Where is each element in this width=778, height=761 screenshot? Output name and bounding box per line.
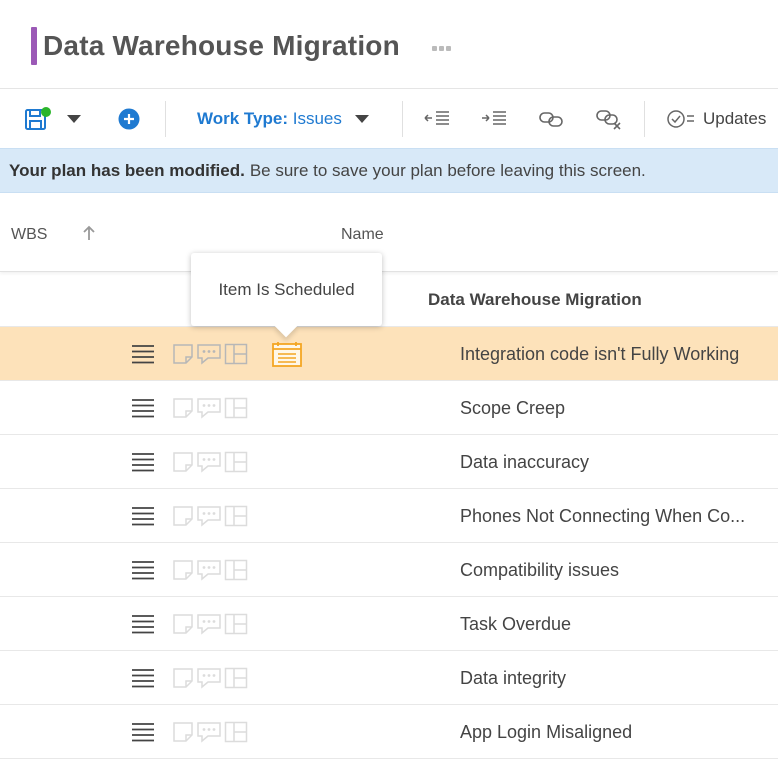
board-icon[interactable]	[224, 343, 248, 365]
row-action-icons	[172, 559, 248, 581]
board-icon[interactable]	[224, 613, 248, 635]
work-type-dropdown[interactable]: Work Type: Issues	[197, 89, 370, 149]
group-name: Data Warehouse Migration	[428, 290, 642, 309]
outdent-icon	[424, 111, 449, 125]
table-row[interactable]: Integration code isn't Fully Working	[0, 327, 778, 381]
table-row[interactable]: Scope Creep	[0, 381, 778, 435]
banner-bold-text: Your plan has been modified.	[9, 160, 245, 180]
toolbar-separator	[644, 101, 645, 137]
note-icon[interactable]	[172, 343, 194, 365]
updates-button[interactable]: Updates	[667, 89, 766, 149]
title-accent-bar	[31, 27, 37, 65]
toolbar-separator	[402, 101, 403, 137]
drag-handle-icon[interactable]	[131, 451, 155, 473]
note-icon[interactable]	[172, 721, 194, 743]
scheduled-icon[interactable]	[271, 341, 303, 367]
note-icon[interactable]	[172, 451, 194, 473]
drag-handle-icon[interactable]	[131, 559, 155, 581]
comment-icon[interactable]	[196, 343, 222, 365]
board-icon[interactable]	[224, 667, 248, 689]
comment-icon[interactable]	[196, 667, 222, 689]
sort-ascending-icon[interactable]	[82, 224, 96, 242]
comment-icon[interactable]	[196, 505, 222, 527]
unlink-button[interactable]	[595, 89, 623, 149]
toolbar: Work Type: Issues Updates	[0, 88, 778, 148]
row-action-icons	[172, 505, 248, 527]
row-action-icons	[172, 451, 248, 473]
indent-icon	[482, 111, 506, 125]
caret-down-icon	[354, 115, 369, 123]
plan-modified-banner: Your plan has been modified. Be sure to …	[0, 148, 778, 193]
row-name[interactable]: Scope Creep	[460, 398, 770, 419]
drag-handle-icon[interactable]	[131, 667, 155, 689]
save-dropdown-button[interactable]	[66, 89, 82, 149]
row-action-icons	[172, 397, 248, 419]
row-name[interactable]: Compatibility issues	[460, 560, 770, 581]
link-icon	[539, 112, 563, 127]
save-button[interactable]	[24, 89, 52, 149]
drag-handle-icon[interactable]	[131, 343, 155, 365]
row-name[interactable]: Task Overdue	[460, 614, 770, 635]
drag-handle-icon[interactable]	[131, 721, 155, 743]
row-action-icons	[172, 613, 248, 635]
drag-handle-icon[interactable]	[131, 613, 155, 635]
scheduled-indicator[interactable]	[271, 341, 303, 372]
drag-handle-icon[interactable]	[131, 505, 155, 527]
link-button[interactable]	[538, 89, 564, 149]
comment-icon[interactable]	[196, 559, 222, 581]
title-bar: Data Warehouse Migration	[0, 0, 778, 88]
note-icon[interactable]	[172, 613, 194, 635]
unlink-icon	[596, 110, 621, 130]
updates-label: Updates	[703, 109, 767, 128]
save-icon	[25, 107, 51, 130]
comment-icon[interactable]	[196, 397, 222, 419]
group-row[interactable]: Data Warehouse Migration	[0, 273, 778, 327]
row-name[interactable]: Data inaccuracy	[460, 452, 770, 473]
comment-icon[interactable]	[196, 451, 222, 473]
board-icon[interactable]	[224, 451, 248, 473]
row-name[interactable]: Data integrity	[460, 668, 770, 689]
indent-button[interactable]	[481, 89, 507, 149]
row-name[interactable]: Phones Not Connecting When Co...	[460, 506, 770, 527]
table-row[interactable]: Task Overdue	[0, 597, 778, 651]
column-header-name[interactable]: Name	[341, 226, 384, 244]
board-icon[interactable]	[224, 559, 248, 581]
work-type-value: Issues	[292, 109, 342, 128]
row-name[interactable]: Integration code isn't Fully Working	[460, 344, 770, 365]
tooltip-text: Item Is Scheduled	[218, 279, 355, 299]
column-header-wbs[interactable]: WBS	[11, 226, 47, 244]
row-name[interactable]: App Login Misaligned	[460, 722, 770, 743]
banner-text: Be sure to save your plan before leaving…	[249, 160, 646, 180]
page-title: Data Warehouse Migration	[43, 30, 400, 61]
table-row[interactable]: App Login Misaligned	[0, 705, 778, 759]
outdent-button[interactable]	[424, 89, 450, 149]
table-row[interactable]: Data inaccuracy	[0, 435, 778, 489]
board-icon[interactable]	[224, 505, 248, 527]
comment-icon[interactable]	[196, 721, 222, 743]
note-icon[interactable]	[172, 559, 194, 581]
comment-icon[interactable]	[196, 613, 222, 635]
board-icon[interactable]	[224, 721, 248, 743]
work-type-label: Work Type:	[197, 109, 288, 128]
row-action-icons	[172, 667, 248, 689]
more-options-icon[interactable]	[432, 46, 451, 51]
note-icon[interactable]	[172, 397, 194, 419]
note-icon[interactable]	[172, 505, 194, 527]
add-circle-icon	[118, 108, 140, 130]
toolbar-separator	[165, 101, 166, 137]
table-row[interactable]: Phones Not Connecting When Co...	[0, 489, 778, 543]
note-icon[interactable]	[172, 667, 194, 689]
board-icon[interactable]	[224, 397, 248, 419]
row-action-icons	[172, 343, 248, 365]
grid-header: WBS Name	[0, 194, 778, 272]
row-action-icons	[172, 721, 248, 743]
add-item-button[interactable]	[118, 89, 140, 149]
check-circle-list-icon	[667, 110, 694, 128]
caret-down-icon	[67, 115, 81, 123]
tooltip: Item Is Scheduled	[191, 253, 382, 338]
table-row[interactable]: Compatibility issues	[0, 543, 778, 597]
drag-handle-icon[interactable]	[131, 397, 155, 419]
table-row[interactable]: Data integrity	[0, 651, 778, 705]
